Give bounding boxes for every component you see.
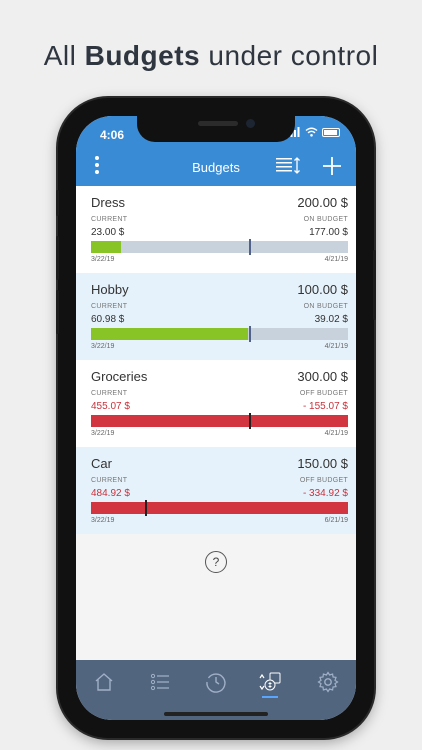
sort-icon[interactable] [276,157,302,175]
speaker [198,121,238,126]
budget-progress-bar [91,413,348,429]
status-icons [287,127,340,137]
budget-name: Groceries [91,369,148,384]
budget-amount: 150.00 $ [297,456,348,471]
budget-status-label: OFF BUDGET [299,477,348,484]
budget-amount: 200.00 $ [297,195,348,210]
add-icon[interactable] [322,156,342,176]
list-icon[interactable] [148,670,172,694]
budget-status-label: OFF BUDGET [299,390,348,397]
budget-row[interactable]: Groceries 300.00 $ CURRENT OFF BUDGET 455.07… [76,360,356,447]
current-label: CURRENT [91,303,128,310]
headline-pre: All [43,40,85,71]
budget-coins-icon[interactable] [258,670,282,694]
budget-progress-bar [91,326,348,342]
time-marker [249,413,252,429]
page-title: Budgets [192,160,240,175]
current-label: CURRENT [91,477,128,484]
remaining-value: - 334.92 $ [302,488,348,499]
progress-fill [91,328,248,340]
home-indicator [164,712,268,716]
budget-name: Hobby [91,282,129,297]
start-date: 3/22/19 [91,517,115,524]
progress-fill [91,415,348,427]
end-date: 6/21/19 [324,517,348,524]
side-button [373,250,376,320]
current-value: 455.07 $ [91,401,130,412]
headline-post: under control [200,40,379,71]
current-value: 484.92 $ [91,488,130,499]
volume-up-button [56,236,59,280]
budget-amount: 300.00 $ [297,369,348,384]
status-time: 4:06 [100,128,125,142]
end-date: 4/21/19 [324,343,348,350]
wifi-icon [305,127,318,137]
budget-name: Car [91,456,112,471]
remaining-value: 177.00 $ [309,227,348,238]
help-button[interactable]: ? [205,551,227,573]
current-value: 60.98 $ [91,314,125,325]
start-date: 3/22/19 [91,343,115,350]
remaining-value: - 155.07 $ [302,401,348,412]
phone-notch [137,116,295,142]
budget-row[interactable]: Dress 200.00 $ CURRENT ON BUDGET 23.00 $ 177.… [76,186,356,273]
headline: All Budgets under control [0,40,422,72]
budget-progress-bar [91,500,348,516]
progress-fill [91,241,121,253]
end-date: 4/21/19 [324,256,348,263]
home-icon[interactable] [92,670,116,694]
budget-progress-bar [91,239,348,255]
start-date: 3/22/19 [91,256,115,263]
budget-status-label: ON BUDGET [303,216,348,223]
budget-amount: 100.00 $ [297,282,348,297]
volume-down-button [56,290,59,334]
end-date: 4/21/19 [324,430,348,437]
budget-row[interactable]: Car 150.00 $ CURRENT OFF BUDGET 484.92 $ - 33… [76,447,356,534]
app-screen: 4:06 Budgets Dress 200.00 $ CURRENT ON BUDG… [76,116,356,720]
budget-name: Dress [91,195,125,210]
gear-icon[interactable] [316,670,340,694]
tab-bar [76,660,356,720]
current-label: CURRENT [91,390,128,397]
budget-row[interactable]: Hobby 100.00 $ CURRENT ON BUDGET 60.98 $ 39.0… [76,273,356,360]
remaining-value: 39.02 $ [314,314,348,325]
budget-status-label: ON BUDGET [303,303,348,310]
progress-fill [91,502,348,514]
time-marker [144,500,147,516]
time-marker [249,326,252,342]
active-tab-indicator [262,696,278,698]
front-camera [246,119,255,128]
current-value: 23.00 $ [91,227,125,238]
battery-icon [322,127,340,137]
start-date: 3/22/19 [91,430,115,437]
time-marker [249,239,252,255]
headline-bold: Budgets [84,40,201,71]
current-label: CURRENT [91,216,128,223]
mute-switch [56,190,59,216]
history-icon[interactable] [204,670,228,694]
